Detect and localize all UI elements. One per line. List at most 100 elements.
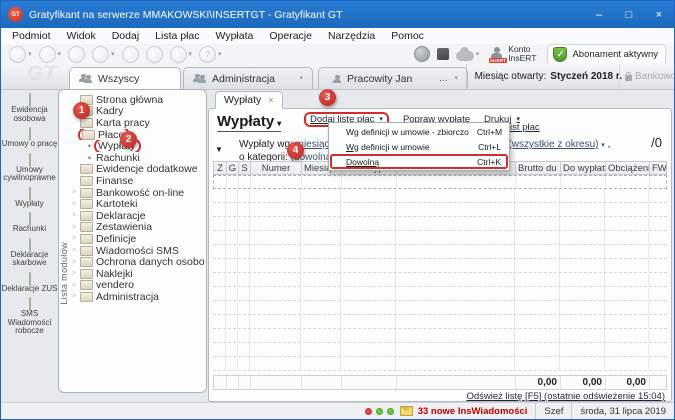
tree-item-kadry[interactable]: Kadry xyxy=(71,106,205,118)
tree-item-icon xyxy=(80,280,93,290)
tree-item-wiadomosci-sms[interactable]: >Wiadomości SMS xyxy=(71,245,205,257)
tab-more-button[interactable]: ... xyxy=(439,73,447,84)
filter-suffix: , xyxy=(608,139,611,150)
refresh-list-link[interactable]: Odśwież listę [F5] (ostatnie odświeżenie… xyxy=(466,391,665,402)
table-cell xyxy=(649,217,667,230)
chevron-right-icon[interactable]: > xyxy=(71,235,77,242)
module-rachunki[interactable]: Rachunki xyxy=(1,213,58,234)
module-umowy-o-prace[interactable]: Umowy o pracę xyxy=(1,128,58,149)
tab-wyplaty-view[interactable]: Wypłaty × xyxy=(215,91,283,109)
caret-down-icon[interactable]: ▾ xyxy=(299,75,303,82)
module-wyplaty[interactable]: Wypłaty xyxy=(1,188,58,209)
module-ewidencja-osobowa[interactable]: Ewidencja osobowa xyxy=(1,94,58,123)
tree-item-vendero[interactable]: >vendero xyxy=(71,280,205,292)
table-cell xyxy=(560,315,605,328)
minimize-button[interactable]: – xyxy=(584,1,614,28)
menu-lista-plac[interactable]: Lista płac xyxy=(147,30,207,42)
chevron-right-icon[interactable]: > xyxy=(71,270,77,277)
tree-item-wyplaty[interactable]: •Wypłaty xyxy=(71,140,205,152)
module-tree-panel: Lista modułów Strona główna Kadry Karta … xyxy=(58,89,207,393)
tree-item-ewidencje-dodatkowe[interactable]: Ewidencje dodatkowe xyxy=(71,164,205,176)
tree-item-label: Definicje xyxy=(96,233,136,245)
chevron-right-icon[interactable]: > xyxy=(71,259,77,266)
table-cell xyxy=(341,217,396,230)
tree-item-karta-pracy[interactable]: Karta pracy xyxy=(71,117,205,129)
tab-wszyscy[interactable]: Wszyscy xyxy=(69,67,181,89)
menu-item-wg-definicji[interactable]: Wg definicji w umowie Ctrl+L xyxy=(330,139,508,154)
tree-item-label: Zestawienia xyxy=(96,222,152,234)
menu-operacje[interactable]: Operacje xyxy=(261,30,320,42)
tree-item-administracja[interactable]: >Administracja xyxy=(71,291,205,303)
tab-close-icon[interactable]: × xyxy=(268,95,273,105)
open-company-button[interactable]: ▾ xyxy=(9,46,32,63)
table-row xyxy=(213,357,667,371)
cloud-button[interactable]: ▾ xyxy=(456,48,480,61)
table-cell xyxy=(213,189,226,202)
chevron-right-icon[interactable]: > xyxy=(71,189,77,196)
tree-item-zestawienia[interactable]: > Zestawienia xyxy=(71,222,205,234)
messages-link[interactable]: 33 nowe InsWiadomości xyxy=(418,406,528,417)
table-cell xyxy=(238,315,250,328)
column-header-brutto[interactable]: Brutto du xyxy=(516,162,561,174)
module-sms[interactable]: SMS Wiadomości robocze xyxy=(1,298,58,336)
tree-item-strona-glowna[interactable]: Strona główna xyxy=(71,94,205,106)
konto-insert-button[interactable]: InsERT KontoInsERT xyxy=(486,44,540,64)
modules-button[interactable]: ▾ xyxy=(170,46,193,63)
menu-narzedzia[interactable]: Narzędzia xyxy=(320,30,383,42)
cube-icon[interactable] xyxy=(437,48,449,60)
column-header-g[interactable]: G xyxy=(227,162,239,174)
maximize-button[interactable]: □ xyxy=(614,1,644,28)
tree-item-rachunki[interactable]: •Rachunki xyxy=(71,152,205,164)
tree-item-kartoteki[interactable]: >Kartoteki xyxy=(71,198,205,210)
tree-item-definicje[interactable]: > Definicje xyxy=(71,233,205,245)
tree-item-deklaracje[interactable]: >Deklaracje xyxy=(71,210,205,222)
chevron-right-icon[interactable]: > xyxy=(71,224,77,231)
tab-pracowity-jan[interactable]: Pracowity Jan ... ▾ xyxy=(318,67,468,89)
table-row xyxy=(213,245,667,259)
menu-wyplata[interactable]: Wypłata xyxy=(208,30,262,42)
tree-item-ochrona-danych[interactable]: >Ochrona danych osobowych xyxy=(71,256,205,268)
menu-dodaj[interactable]: Dodaj xyxy=(104,30,147,42)
column-header-obciazenia[interactable]: Obciążeni xyxy=(606,162,650,174)
totals-cell xyxy=(650,376,666,389)
caret-down-icon[interactable]: ▾ xyxy=(454,75,458,82)
abonament-button[interactable]: ✓ Abonament aktywny xyxy=(547,44,666,65)
tree-item-label: Płace xyxy=(98,129,124,141)
chevron-right-icon[interactable]: > xyxy=(71,293,77,300)
module-umowy-cywilnoprawne[interactable]: Umowy cywilnoprawne xyxy=(1,154,58,183)
column-header-z[interactable]: Z xyxy=(214,162,227,174)
menu-item-wg-definicji-zbiorczo[interactable]: Wg definicji w umowie - zbiorczo Ctrl+M xyxy=(330,124,508,139)
payroll-button[interactable]: ▾ xyxy=(92,46,115,63)
tree-item-naklejki[interactable]: >Naklejki xyxy=(71,268,205,280)
filter-list-link[interactable]: (wszystkie z okresu) xyxy=(508,139,598,150)
close-button[interactable]: × xyxy=(644,1,674,28)
module-deklaracje-skarbowe[interactable]: Deklaracje skarbowe xyxy=(1,239,58,268)
tree-item-bankowosc[interactable]: >Bankowość on-line xyxy=(71,187,205,199)
column-header-fw[interactable]: FW xyxy=(650,162,666,174)
filter-toggle-icon[interactable]: ▼ xyxy=(215,145,223,154)
module-deklaracje-zus[interactable]: Deklaracje ZUS xyxy=(1,273,58,294)
help-button[interactable]: ?▾ xyxy=(199,46,222,63)
chevron-right-icon[interactable]: > xyxy=(71,201,77,208)
tree-item-finanse[interactable]: Finanse xyxy=(71,175,205,187)
chevron-right-icon[interactable]: > xyxy=(71,212,77,219)
tree-item-place[interactable]: Płace xyxy=(71,129,205,141)
page-title[interactable]: Wypłaty ▾ xyxy=(217,113,281,132)
menu-podmiot[interactable]: Podmiot xyxy=(4,30,59,42)
menu-pomoc[interactable]: Pomoc xyxy=(383,30,432,42)
new-document-button[interactable]: ▾ xyxy=(39,46,62,63)
delete-button[interactable] xyxy=(146,46,163,63)
column-header-do-wyplaty[interactable]: Do wypłat xyxy=(561,162,606,174)
table-cell xyxy=(250,357,301,370)
chevron-right-icon[interactable]: > xyxy=(71,282,77,289)
employees-button[interactable] xyxy=(68,46,85,63)
correct-button[interactable] xyxy=(122,46,139,63)
window-controls: – □ × xyxy=(584,1,674,28)
menu-item-dowolna[interactable]: Dowolną Ctrl+K xyxy=(330,154,508,169)
tab-administracja[interactable]: Administracja ▾ xyxy=(183,67,313,89)
globe-icon[interactable] xyxy=(414,46,430,62)
column-header-numer[interactable]: Numer xyxy=(251,162,302,174)
chevron-right-icon[interactable]: > xyxy=(71,247,77,254)
column-header-s[interactable]: S xyxy=(239,162,251,174)
menu-widok[interactable]: Widok xyxy=(59,30,104,42)
